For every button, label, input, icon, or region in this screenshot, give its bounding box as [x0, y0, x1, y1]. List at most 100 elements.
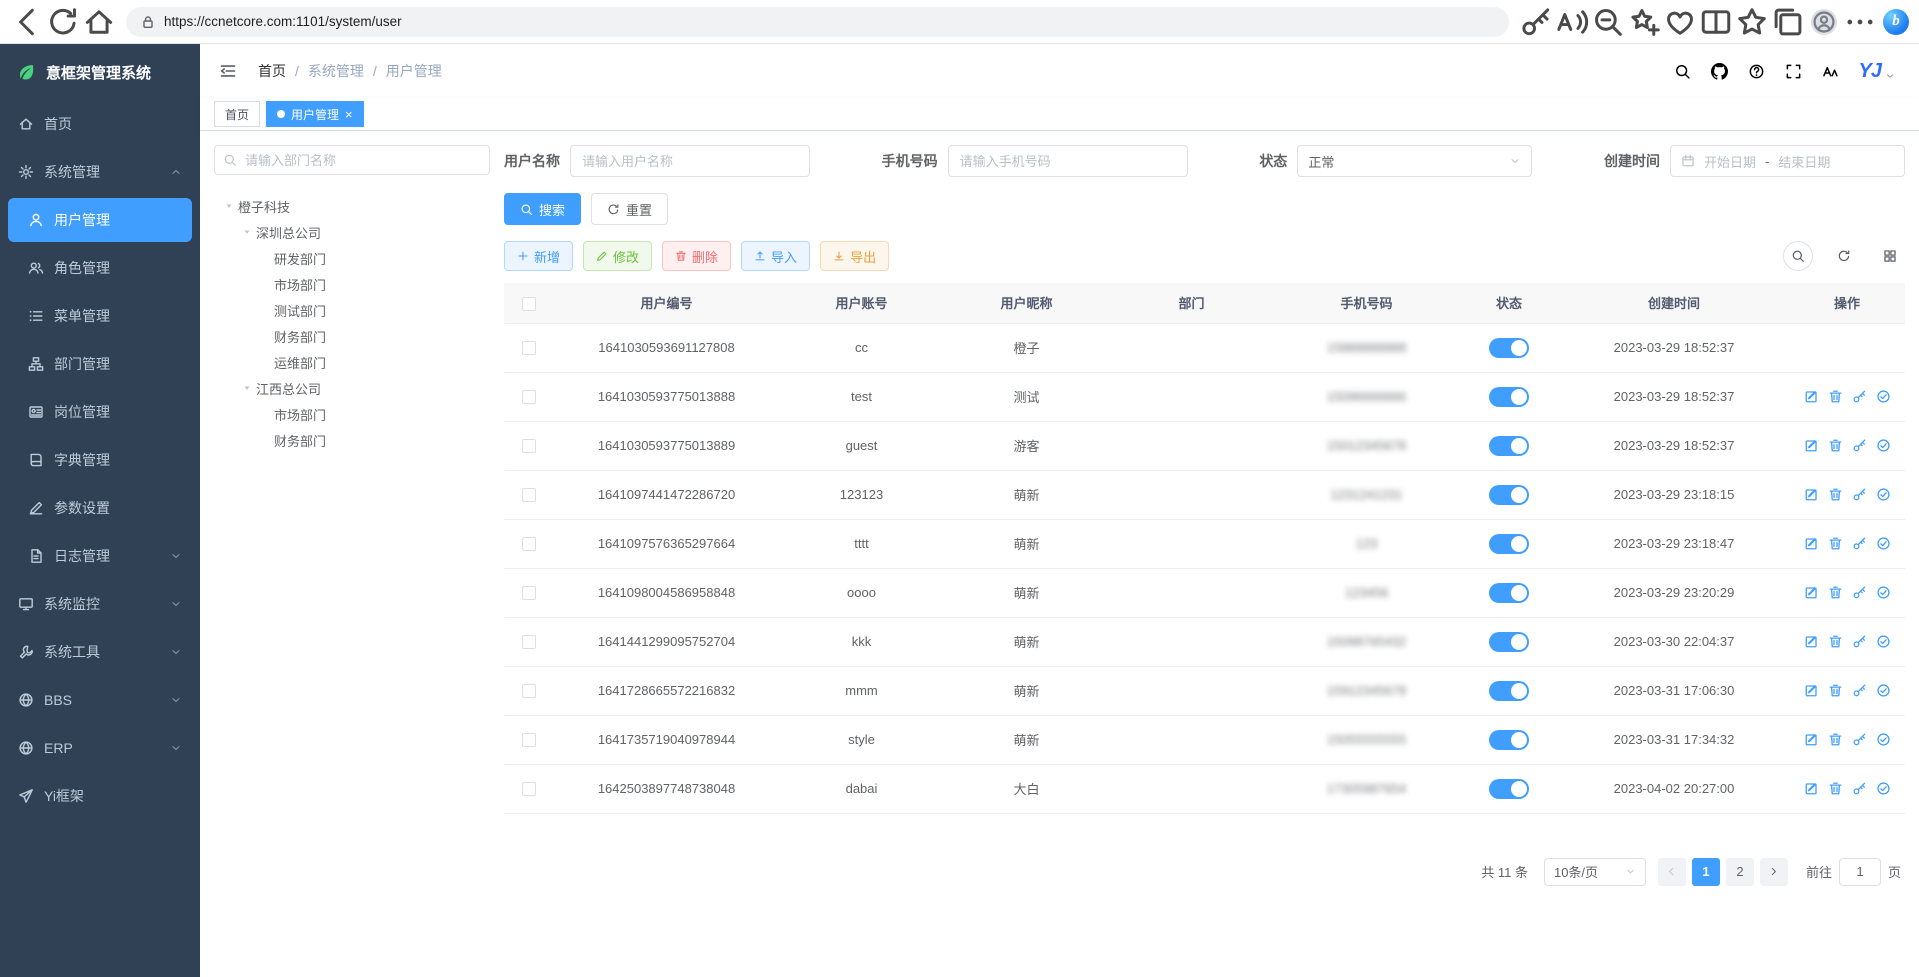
- reset-password-icon[interactable]: [1852, 634, 1867, 649]
- tree-node[interactable]: 深圳总公司: [214, 219, 490, 245]
- delete-icon[interactable]: [1828, 487, 1843, 502]
- sidebar-item-user[interactable]: 用户管理: [8, 198, 192, 242]
- copilot-icon[interactable]: b: [1883, 9, 1909, 35]
- page-size-select[interactable]: 10条/页: [1544, 858, 1646, 886]
- breadcrumb-item[interactable]: 系统管理: [308, 61, 364, 81]
- breadcrumb-item[interactable]: 首页: [258, 61, 286, 81]
- favorites-bar-icon[interactable]: [1735, 5, 1769, 39]
- search-button[interactable]: 搜索: [504, 193, 581, 225]
- sidebar-item-yi[interactable]: Yi框架: [0, 772, 200, 820]
- sidebar-item-config[interactable]: 参数设置: [0, 484, 200, 532]
- tree-node[interactable]: 财务部门: [214, 427, 490, 453]
- row-checkbox[interactable]: [522, 586, 536, 600]
- date-range-picker[interactable]: 开始日期 - 结束日期: [1670, 145, 1905, 177]
- phone-input[interactable]: [948, 145, 1188, 177]
- status-toggle[interactable]: [1489, 730, 1529, 750]
- split-screen-icon[interactable]: [1699, 5, 1733, 39]
- sidebar-item-monitor[interactable]: 系统监控: [0, 580, 200, 628]
- status-toggle[interactable]: [1489, 779, 1529, 799]
- fullscreen-icon[interactable]: [1785, 63, 1802, 80]
- address-bar[interactable]: https://ccnetcore.com:1101/system/user: [126, 7, 1509, 37]
- delete-icon[interactable]: [1828, 438, 1843, 453]
- row-checkbox[interactable]: [522, 733, 536, 747]
- assign-role-icon[interactable]: [1876, 585, 1891, 600]
- sidebar-item-menu[interactable]: 菜单管理: [0, 292, 200, 340]
- tab-close-icon[interactable]: ×: [345, 108, 353, 121]
- tree-node[interactable]: 江西总公司: [214, 375, 490, 401]
- delete-icon[interactable]: [1828, 634, 1843, 649]
- browser-profile-avatar[interactable]: [1807, 5, 1841, 39]
- goto-page-input[interactable]: [1839, 858, 1881, 886]
- sidebar-item-erp[interactable]: ERP: [0, 724, 200, 772]
- user-avatar[interactable]: YJ: [1859, 61, 1895, 81]
- edit-button[interactable]: 修改: [583, 241, 652, 271]
- reset-password-icon[interactable]: [1852, 389, 1867, 404]
- more-menu-icon[interactable]: [1843, 5, 1877, 39]
- status-toggle[interactable]: [1489, 338, 1529, 358]
- assign-role-icon[interactable]: [1876, 781, 1891, 796]
- sidebar-item-role[interactable]: 角色管理: [0, 244, 200, 292]
- reset-password-icon[interactable]: [1852, 438, 1867, 453]
- sidebar-item-dict[interactable]: 字典管理: [0, 436, 200, 484]
- dept-search-input[interactable]: [214, 145, 490, 175]
- reset-password-icon[interactable]: [1852, 487, 1867, 502]
- row-checkbox[interactable]: [522, 782, 536, 796]
- status-toggle[interactable]: [1489, 534, 1529, 554]
- reset-password-icon[interactable]: [1852, 585, 1867, 600]
- reset-button[interactable]: 重置: [591, 193, 668, 225]
- delete-icon[interactable]: [1828, 389, 1843, 404]
- delete-icon[interactable]: [1828, 585, 1843, 600]
- next-page-button[interactable]: [1760, 858, 1788, 886]
- row-checkbox[interactable]: [522, 488, 536, 502]
- help-icon[interactable]: [1748, 63, 1765, 80]
- app-logo[interactable]: 意框架管理系统: [0, 44, 200, 100]
- status-toggle[interactable]: [1489, 632, 1529, 652]
- edit-icon[interactable]: [1804, 536, 1819, 551]
- row-checkbox[interactable]: [522, 390, 536, 404]
- edit-icon[interactable]: [1804, 389, 1819, 404]
- home-button[interactable]: [82, 5, 116, 39]
- status-toggle[interactable]: [1489, 681, 1529, 701]
- add-button[interactable]: 新增: [504, 241, 573, 271]
- reset-password-icon[interactable]: [1852, 683, 1867, 698]
- row-checkbox[interactable]: [522, 439, 536, 453]
- tree-node[interactable]: 财务部门: [214, 323, 490, 349]
- page-button-2[interactable]: 2: [1726, 858, 1754, 886]
- delete-icon[interactable]: [1828, 536, 1843, 551]
- status-toggle[interactable]: [1489, 485, 1529, 505]
- back-button[interactable]: [10, 5, 44, 39]
- zoom-out-icon[interactable]: [1591, 5, 1625, 39]
- delete-icon[interactable]: [1828, 683, 1843, 698]
- assign-role-icon[interactable]: [1876, 389, 1891, 404]
- select-all-checkbox[interactable]: [522, 297, 536, 311]
- edit-icon[interactable]: [1804, 438, 1819, 453]
- row-checkbox[interactable]: [522, 684, 536, 698]
- edit-icon[interactable]: [1804, 781, 1819, 796]
- status-select[interactable]: 正常: [1297, 145, 1532, 177]
- column-settings-icon[interactable]: [1875, 241, 1905, 271]
- edit-icon[interactable]: [1804, 585, 1819, 600]
- sidebar-item-system[interactable]: 系统管理: [0, 148, 200, 196]
- password-key-icon[interactable]: [1519, 5, 1553, 39]
- status-toggle[interactable]: [1489, 436, 1529, 456]
- export-button[interactable]: 导出: [820, 241, 889, 271]
- status-toggle[interactable]: [1489, 387, 1529, 407]
- assign-role-icon[interactable]: [1876, 536, 1891, 551]
- row-checkbox[interactable]: [522, 537, 536, 551]
- github-icon[interactable]: [1711, 63, 1728, 80]
- tree-node[interactable]: 测试部门: [214, 297, 490, 323]
- tab-首页[interactable]: 首页: [214, 101, 260, 127]
- tree-node[interactable]: 运维部门: [214, 349, 490, 375]
- edit-icon[interactable]: [1804, 634, 1819, 649]
- status-toggle[interactable]: [1489, 583, 1529, 603]
- prev-page-button[interactable]: [1658, 858, 1686, 886]
- tree-node[interactable]: 市场部门: [214, 271, 490, 297]
- page-button-1[interactable]: 1: [1692, 858, 1720, 886]
- sidebar-item-home[interactable]: 首页: [0, 100, 200, 148]
- assign-role-icon[interactable]: [1876, 634, 1891, 649]
- sidebar-item-tool[interactable]: 系统工具: [0, 628, 200, 676]
- toggle-search-icon[interactable]: [1783, 241, 1813, 271]
- tree-node[interactable]: 研发部门: [214, 245, 490, 271]
- assign-role-icon[interactable]: [1876, 487, 1891, 502]
- delete-icon[interactable]: [1828, 781, 1843, 796]
